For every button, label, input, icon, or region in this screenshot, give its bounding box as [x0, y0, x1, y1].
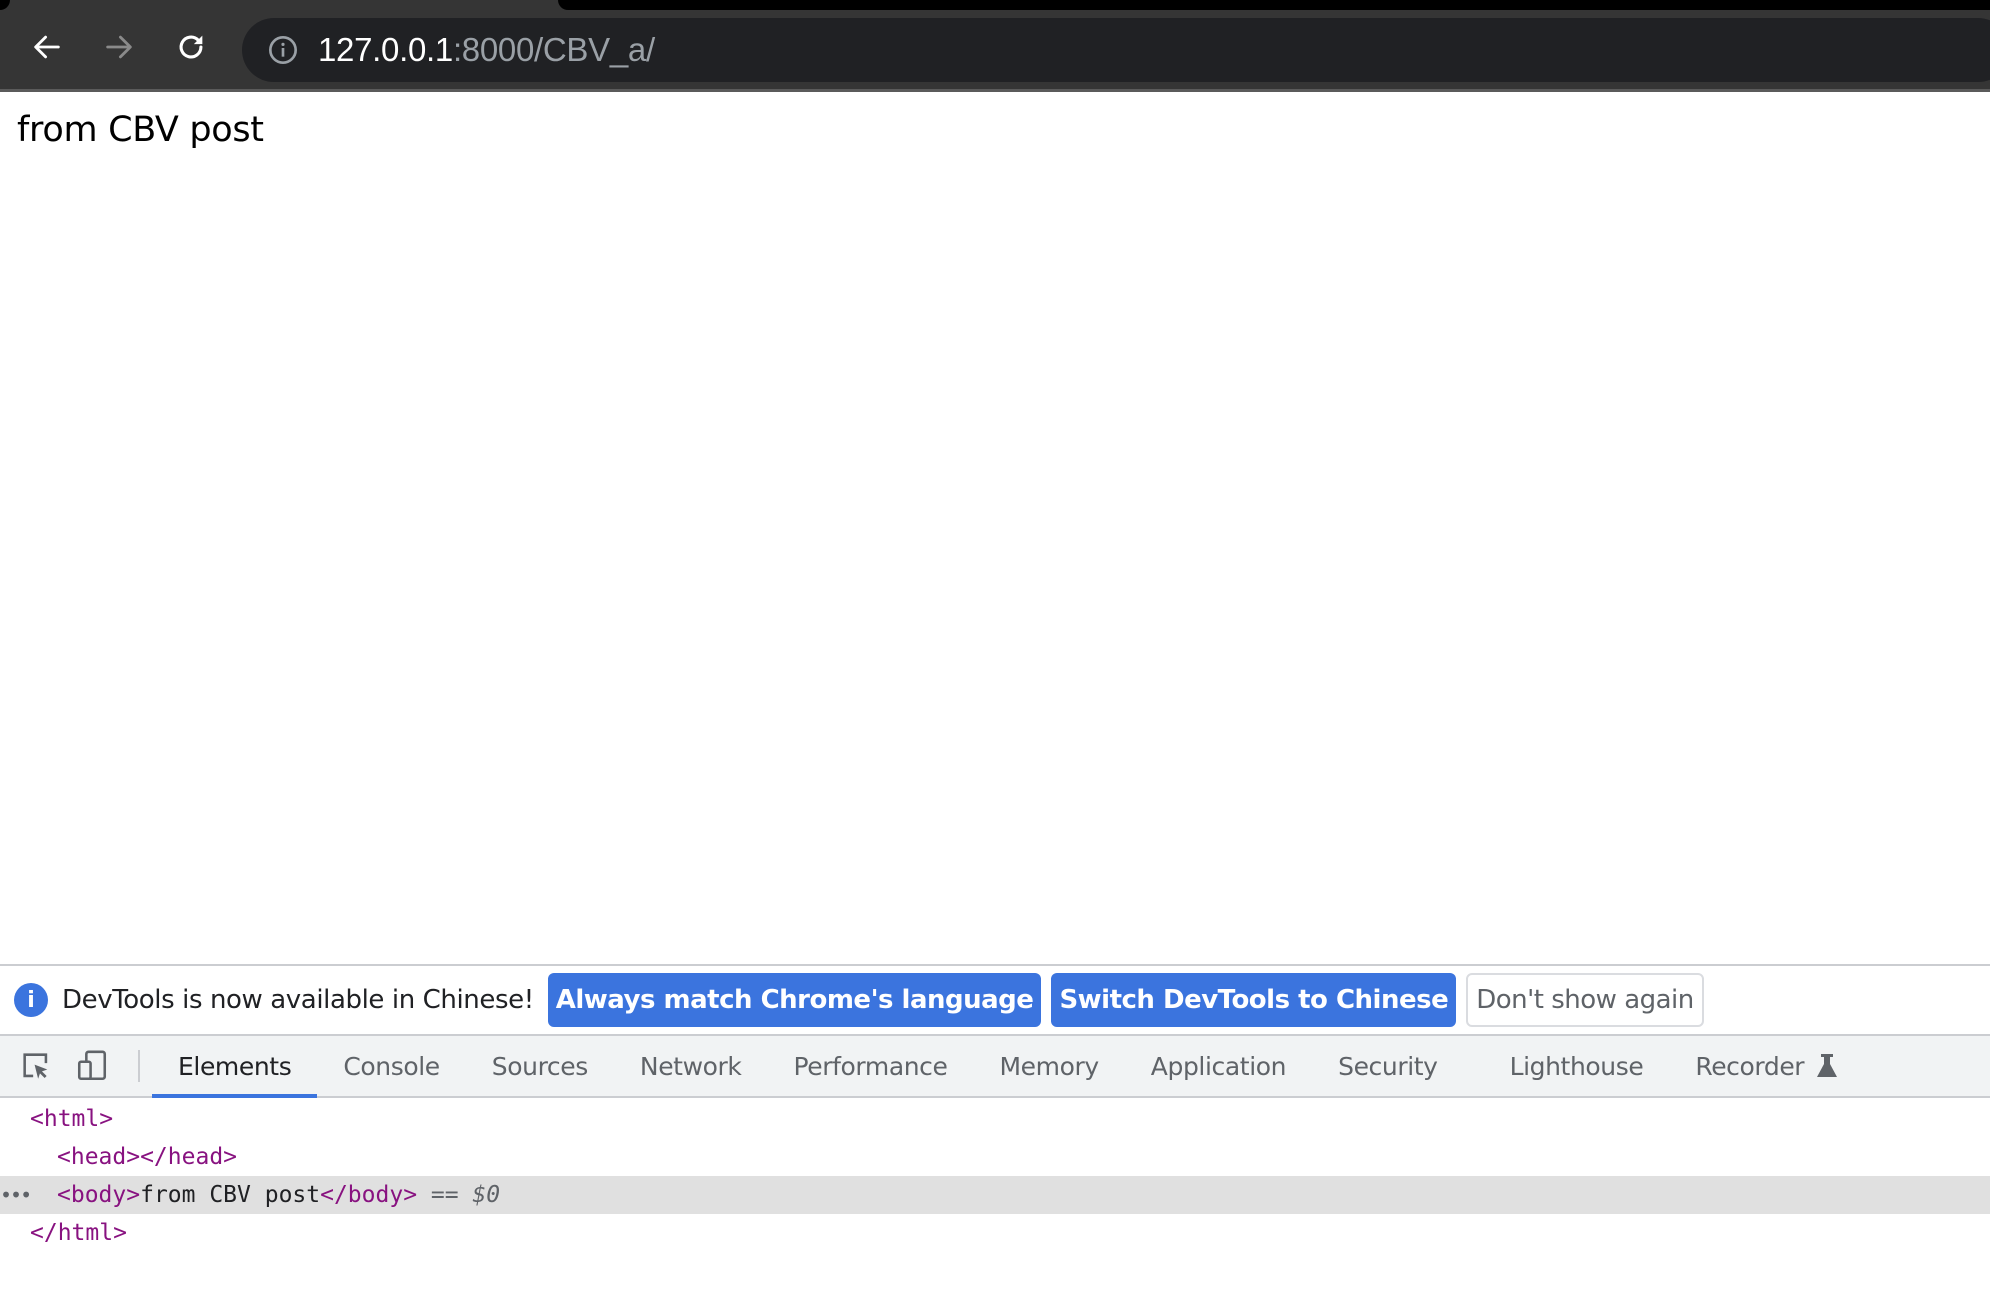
tab-elements[interactable]: Elements	[152, 1036, 318, 1098]
dom-node-body[interactable]: ••• <body>from CBV post</body> == $0	[0, 1176, 1990, 1214]
tab-memory[interactable]: Memory	[974, 1036, 1125, 1096]
tab-strip-corner	[0, 0, 10, 10]
body-open-tag: <body>	[57, 1182, 141, 1208]
language-infobar: i DevTools is now available in Chinese! …	[0, 966, 1990, 1036]
toolbar-divider	[138, 1050, 140, 1082]
tab-console[interactable]: Console	[317, 1036, 465, 1096]
dont-show-again-button[interactable]: Don't show again	[1466, 973, 1704, 1027]
infobar-message: DevTools is now available in Chinese!	[62, 985, 534, 1015]
back-button[interactable]	[24, 24, 70, 70]
dom-node-html-close[interactable]: </html>	[0, 1214, 1990, 1252]
info-icon: i	[14, 983, 48, 1017]
url-host: 127.0.0.1	[318, 31, 453, 68]
device-toolbar-button[interactable]	[64, 1036, 120, 1096]
tab-recorder[interactable]: Recorder	[1669, 1036, 1864, 1096]
always-match-language-button[interactable]: Always match Chrome's language	[547, 973, 1042, 1027]
address-bar[interactable]: 127.0.0.1:8000/CBV_a/	[242, 18, 1990, 82]
dom-node-head[interactable]: <head></head>	[0, 1138, 1990, 1176]
body-text-node: from CBV post	[140, 1182, 321, 1208]
body-close-tag: </body>	[320, 1182, 418, 1208]
tab-recorder-label: Recorder	[1695, 1051, 1805, 1081]
url-path: :8000/CBV_a/	[452, 31, 655, 68]
selected-node-marker: == $0	[417, 1182, 501, 1208]
reload-button[interactable]	[168, 24, 214, 70]
tab-strip	[558, 0, 1990, 10]
switch-to-chinese-button[interactable]: Switch DevTools to Chinese	[1051, 973, 1457, 1027]
tab-application[interactable]: Application	[1125, 1036, 1312, 1096]
tab-security[interactable]: Security	[1312, 1036, 1483, 1096]
experimental-flask-icon	[1816, 1053, 1838, 1079]
html-close-tag: </html>	[30, 1220, 127, 1246]
devtools-tab-bar: Elements Console Sources Network Perform…	[0, 1036, 1990, 1098]
forward-button[interactable]	[96, 24, 142, 70]
dom-node-html[interactable]: <html>	[0, 1100, 1990, 1138]
node-actions-ellipsis-icon[interactable]: •••	[0, 1176, 32, 1214]
dom-tree: <html> <head></head> ••• <body>from CBV p…	[0, 1100, 1990, 1252]
inspect-element-icon	[23, 1053, 48, 1079]
tab-lighthouse[interactable]: Lighthouse	[1484, 1036, 1670, 1096]
url-text[interactable]: 127.0.0.1:8000/CBV_a/	[318, 31, 655, 69]
tab-sources[interactable]: Sources	[466, 1036, 614, 1096]
page-body-text: from CBV post	[17, 110, 264, 150]
html-open-tag: <html>	[30, 1106, 114, 1132]
reload-icon	[179, 35, 203, 59]
tab-performance[interactable]: Performance	[767, 1036, 973, 1096]
devtools-panel: i DevTools is now available in Chinese! …	[0, 964, 1990, 1304]
arrow-right-icon	[106, 35, 132, 59]
info-circle-icon[interactable]	[266, 33, 300, 67]
browser-toolbar: 127.0.0.1:8000/CBV_a/	[0, 0, 1990, 92]
inspect-element-button[interactable]	[8, 1036, 64, 1096]
tab-network[interactable]: Network	[614, 1036, 768, 1096]
device-toolbar-icon	[77, 1050, 107, 1081]
arrow-left-icon	[34, 35, 60, 59]
head-tag: <head></head>	[57, 1144, 238, 1170]
